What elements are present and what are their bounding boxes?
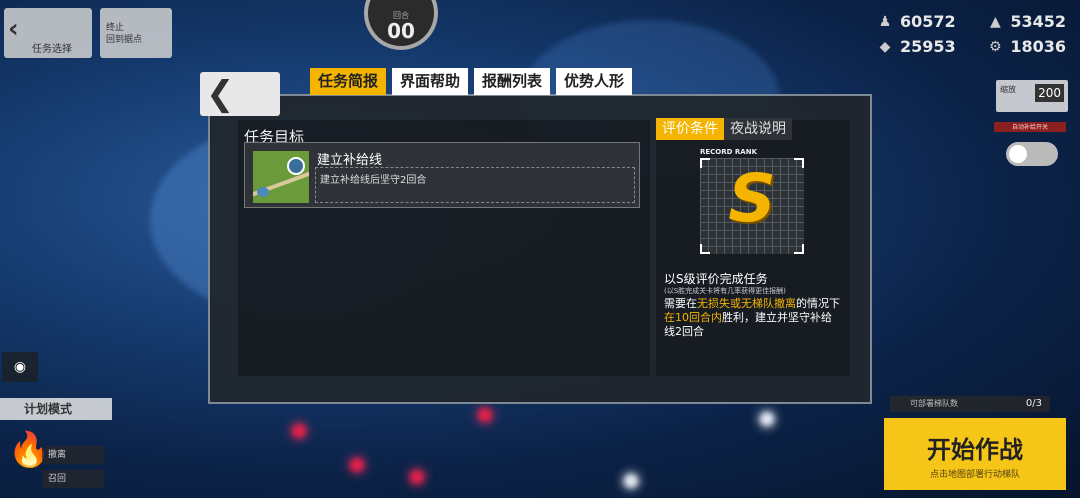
tab-interface-help[interactable]: 界面帮助	[392, 68, 469, 95]
location-pin-icon	[287, 157, 305, 175]
resource-parts: ⚙ 18036	[986, 37, 1066, 56]
ration-icon: ◆	[879, 38, 891, 55]
map-node[interactable]	[350, 458, 364, 472]
back-to-mission-select-button[interactable]: ‹ 任务选择	[4, 8, 92, 58]
rank-badge: S	[700, 158, 804, 254]
back-label: 任务选择	[32, 44, 72, 55]
terminate-sub-label: 回到据点	[106, 35, 143, 45]
echelon-count-bar: 可部署梯队数 0/3	[890, 396, 1050, 412]
zoom-control[interactable]: 缩放 200	[996, 80, 1068, 112]
condition-title: 以S级评价完成任务	[664, 272, 768, 286]
resource-value: 60572	[900, 12, 956, 31]
turn-value: 00	[387, 19, 415, 43]
map-node[interactable]	[624, 474, 638, 488]
ammo-icon: ▲	[989, 13, 1001, 30]
tab-mission-briefing[interactable]: 任务简报	[310, 68, 387, 95]
echelon-label: 可部署梯队数	[910, 399, 958, 408]
resource-manpower: ♟ 60572	[876, 12, 956, 31]
zoom-value: 200	[1035, 84, 1064, 102]
condition-body: 需要在无损失或无梯队撤离的情况下 在10回合内胜利，建立并坚守补给线2回合	[664, 297, 840, 338]
manpower-icon: ♟	[878, 13, 892, 30]
map-node[interactable]	[760, 412, 774, 426]
terminate-button[interactable]: 终止 回到据点	[100, 8, 172, 58]
start-operation-button[interactable]: 开始作战 点击地图部署行动梯队	[884, 418, 1066, 490]
rank-letter: S	[728, 160, 776, 237]
tab-reward-list[interactable]: 报酬列表	[474, 68, 551, 95]
map-node[interactable]	[410, 470, 424, 484]
condition-note: (以S胜完成关卡将有几率获得更佳报酬)	[664, 287, 786, 295]
retreat-button[interactable]: 撤离	[42, 446, 104, 464]
objective-name: 建立补给线	[317, 153, 383, 168]
resource-value: 53452	[1010, 12, 1066, 31]
start-label: 开始作战	[927, 436, 1023, 464]
resource-value: 25953	[900, 37, 956, 56]
zoom-label: 缩放	[1000, 85, 1016, 94]
objective-card: 建立补给线 建立补给线后坚守2回合	[244, 142, 640, 208]
chevron-left-icon: ❮	[206, 74, 235, 114]
start-sub-label: 点击地图部署行动梯队	[929, 470, 1020, 480]
parts-icon: ⚙	[989, 38, 1002, 55]
record-rank-label: RECORD RANK	[700, 148, 757, 156]
tab-advantage-dolls[interactable]: 优势人形	[556, 68, 633, 95]
recall-button[interactable]: 召回	[42, 470, 104, 488]
resource-ammo: ▲ 53452	[986, 12, 1066, 31]
resource-ration: ◆ 25953	[876, 37, 956, 56]
tab-night-battle[interactable]: 夜战说明	[724, 118, 792, 140]
fire-icon: 🔥	[8, 430, 51, 470]
objective-description: 建立补给线后坚守2回合	[315, 167, 635, 203]
echelon-count: 0/3	[1025, 398, 1042, 409]
plan-mode-button[interactable]: 计划模式	[0, 398, 112, 420]
resource-panel: ♟ 60572 ▲ 53452 ◆ 25953 ⚙ 18036	[876, 12, 1066, 62]
objective-map-thumbnail	[253, 151, 309, 203]
back-arrow-icon: ‹	[8, 14, 19, 44]
auto-supply-label: 自动补给开关	[994, 122, 1066, 132]
tab-rank-conditions[interactable]: 评价条件	[656, 118, 724, 140]
auto-supply-toggle[interactable]	[1006, 142, 1058, 166]
rank-tabs: 评价条件 夜战说明	[656, 118, 792, 140]
resource-value: 18036	[1010, 37, 1066, 56]
dialog-back-button[interactable]: ❮	[200, 72, 280, 116]
terminate-label: 终止	[106, 23, 125, 33]
map-node[interactable]	[478, 408, 492, 422]
eye-icon[interactable]: ◉	[2, 352, 38, 382]
dialog-tabs: 任务简报 界面帮助 报酬列表 优势人形	[310, 68, 633, 95]
map-node[interactable]	[292, 424, 306, 438]
